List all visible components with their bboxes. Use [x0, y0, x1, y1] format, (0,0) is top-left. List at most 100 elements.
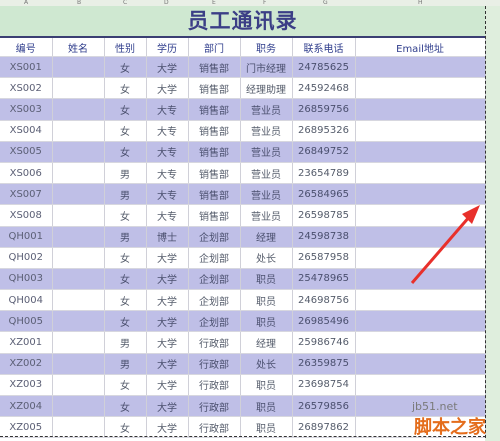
- cell-department[interactable]: 企划部: [188, 268, 241, 291]
- cell-phone[interactable]: 26587958: [292, 247, 356, 269]
- cell-gender[interactable]: 女: [104, 310, 147, 333]
- cell-name[interactable]: [52, 353, 105, 375]
- title-row[interactable]: 员工通讯录: [0, 6, 485, 38]
- cell-name[interactable]: [52, 395, 105, 418]
- cell-department[interactable]: 销售部: [188, 183, 241, 206]
- cell-gender[interactable]: 女: [104, 247, 147, 269]
- cell-gender[interactable]: 男: [104, 162, 147, 185]
- cell-id[interactable]: XS002: [0, 77, 53, 100]
- cell-department[interactable]: 行政部: [188, 353, 241, 375]
- cell-name[interactable]: [52, 56, 105, 79]
- cell-gender[interactable]: 女: [104, 77, 147, 100]
- cell-email[interactable]: [355, 162, 486, 185]
- cell-gender[interactable]: 女: [104, 120, 147, 142]
- header-gender[interactable]: 性别: [104, 38, 147, 57]
- cell-phone[interactable]: 26897862: [292, 416, 356, 439]
- cell-education[interactable]: 大学: [146, 56, 189, 79]
- cell-id[interactable]: QH002: [0, 247, 53, 269]
- cell-department[interactable]: 企划部: [188, 310, 241, 333]
- cell-phone[interactable]: 26598785: [292, 204, 356, 227]
- cell-email[interactable]: [355, 204, 486, 227]
- cell-name[interactable]: [52, 247, 105, 269]
- cell-department[interactable]: 企划部: [188, 247, 241, 269]
- cell-gender[interactable]: 女: [104, 268, 147, 291]
- cell-id[interactable]: XS008: [0, 204, 53, 227]
- cell-gender[interactable]: 男: [104, 331, 147, 354]
- cell-department[interactable]: 销售部: [188, 162, 241, 185]
- cell-phone[interactable]: 26584965: [292, 183, 356, 206]
- cell-department[interactable]: 销售部: [188, 77, 241, 100]
- cell-education[interactable]: 大学: [146, 310, 189, 333]
- cell-position[interactable]: 营业员: [240, 120, 293, 142]
- cell-department[interactable]: 企划部: [188, 289, 241, 312]
- cell-position[interactable]: 经理: [240, 226, 293, 248]
- cell-email[interactable]: [355, 56, 486, 79]
- cell-gender[interactable]: 男: [104, 353, 147, 375]
- cell-department[interactable]: 行政部: [188, 374, 241, 397]
- cell-education[interactable]: 大学: [146, 353, 189, 375]
- cell-id[interactable]: XZ002: [0, 353, 53, 375]
- cell-email[interactable]: [355, 120, 486, 142]
- cell-education[interactable]: 大学: [146, 289, 189, 312]
- cell-position[interactable]: 处长: [240, 247, 293, 269]
- cell-email[interactable]: [355, 374, 486, 397]
- cell-email[interactable]: [355, 310, 486, 333]
- cell-id[interactable]: XS006: [0, 162, 53, 185]
- cell-education[interactable]: 大学: [146, 374, 189, 397]
- cell-email[interactable]: [355, 268, 486, 291]
- cell-phone[interactable]: 23654789: [292, 162, 356, 185]
- cell-department[interactable]: 行政部: [188, 395, 241, 418]
- cell-email[interactable]: [355, 331, 486, 354]
- cell-name[interactable]: [52, 183, 105, 206]
- cell-education[interactable]: 大专: [146, 162, 189, 185]
- cell-name[interactable]: [52, 416, 105, 439]
- cell-education[interactable]: 大专: [146, 98, 189, 121]
- cell-department[interactable]: 销售部: [188, 141, 241, 163]
- cell-gender[interactable]: 女: [104, 374, 147, 397]
- cell-id[interactable]: QH001: [0, 226, 53, 248]
- header-phone[interactable]: 联系电话: [292, 38, 356, 57]
- cell-phone[interactable]: 26359875: [292, 353, 356, 375]
- cell-phone[interactable]: 24598738: [292, 226, 356, 248]
- cell-email[interactable]: [355, 183, 486, 206]
- cell-education[interactable]: 大专: [146, 183, 189, 206]
- cell-education[interactable]: 大学: [146, 331, 189, 354]
- cell-phone[interactable]: 23698754: [292, 374, 356, 397]
- cell-gender[interactable]: 女: [104, 56, 147, 79]
- cell-gender[interactable]: 男: [104, 226, 147, 248]
- cell-name[interactable]: [52, 162, 105, 185]
- cell-position[interactable]: 处长: [240, 353, 293, 375]
- cell-position[interactable]: 营业员: [240, 162, 293, 185]
- cell-email[interactable]: [355, 141, 486, 163]
- cell-id[interactable]: XS005: [0, 141, 53, 163]
- cell-phone[interactable]: 25986746: [292, 331, 356, 354]
- cell-education[interactable]: 大学: [146, 268, 189, 291]
- cell-gender[interactable]: 女: [104, 141, 147, 163]
- cell-position[interactable]: 营业员: [240, 204, 293, 227]
- cell-position[interactable]: 职员: [240, 374, 293, 397]
- cell-department[interactable]: 企划部: [188, 226, 241, 248]
- cell-position[interactable]: 职员: [240, 289, 293, 312]
- cell-position[interactable]: 职员: [240, 268, 293, 291]
- cell-education[interactable]: 大学: [146, 247, 189, 269]
- cell-position[interactable]: 营业员: [240, 141, 293, 163]
- header-department[interactable]: 部门: [188, 38, 241, 57]
- cell-phone[interactable]: 25478965: [292, 268, 356, 291]
- cell-email[interactable]: [355, 247, 486, 269]
- cell-position[interactable]: 职员: [240, 416, 293, 439]
- cell-department[interactable]: 销售部: [188, 56, 241, 79]
- cell-name[interactable]: [52, 120, 105, 142]
- cell-position[interactable]: 职员: [240, 310, 293, 333]
- cell-gender[interactable]: 女: [104, 289, 147, 312]
- cell-id[interactable]: XS001: [0, 56, 53, 79]
- cell-email[interactable]: [355, 226, 486, 248]
- cell-name[interactable]: [52, 310, 105, 333]
- cell-position[interactable]: 门市经理: [240, 56, 293, 79]
- cell-gender[interactable]: 女: [104, 204, 147, 227]
- cell-email[interactable]: [355, 77, 486, 100]
- cell-name[interactable]: [52, 289, 105, 312]
- cell-id[interactable]: XZ004: [0, 395, 53, 418]
- cell-phone[interactable]: 24698756: [292, 289, 356, 312]
- cell-email[interactable]: [355, 98, 486, 121]
- cell-name[interactable]: [52, 268, 105, 291]
